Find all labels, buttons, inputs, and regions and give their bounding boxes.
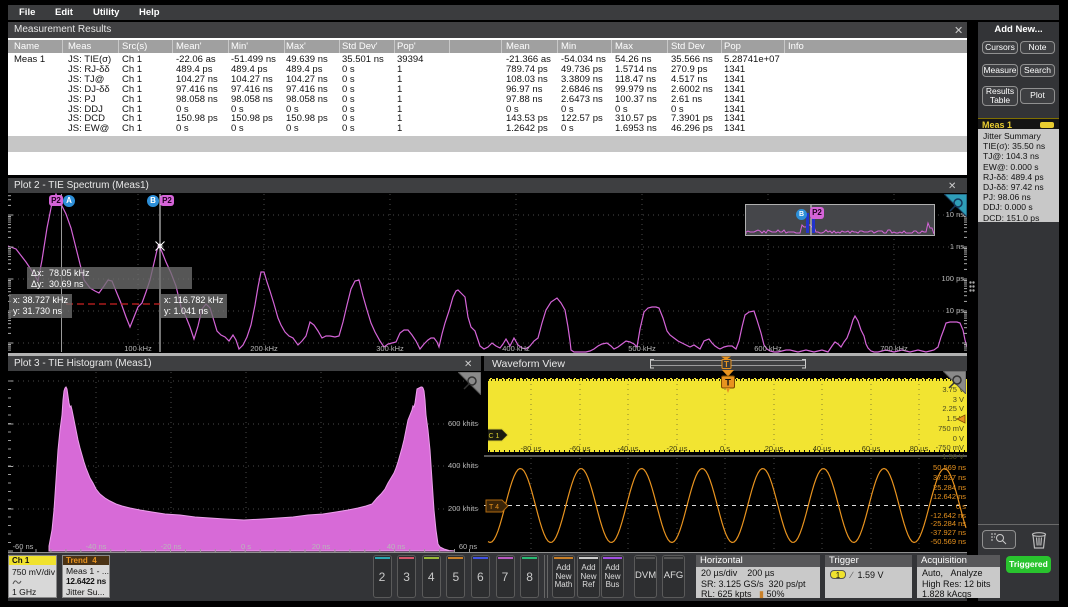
- svg-text:T: T: [725, 378, 731, 389]
- svg-text:C 1: C 1: [489, 433, 500, 440]
- svg-text:T 4: T 4: [489, 504, 499, 511]
